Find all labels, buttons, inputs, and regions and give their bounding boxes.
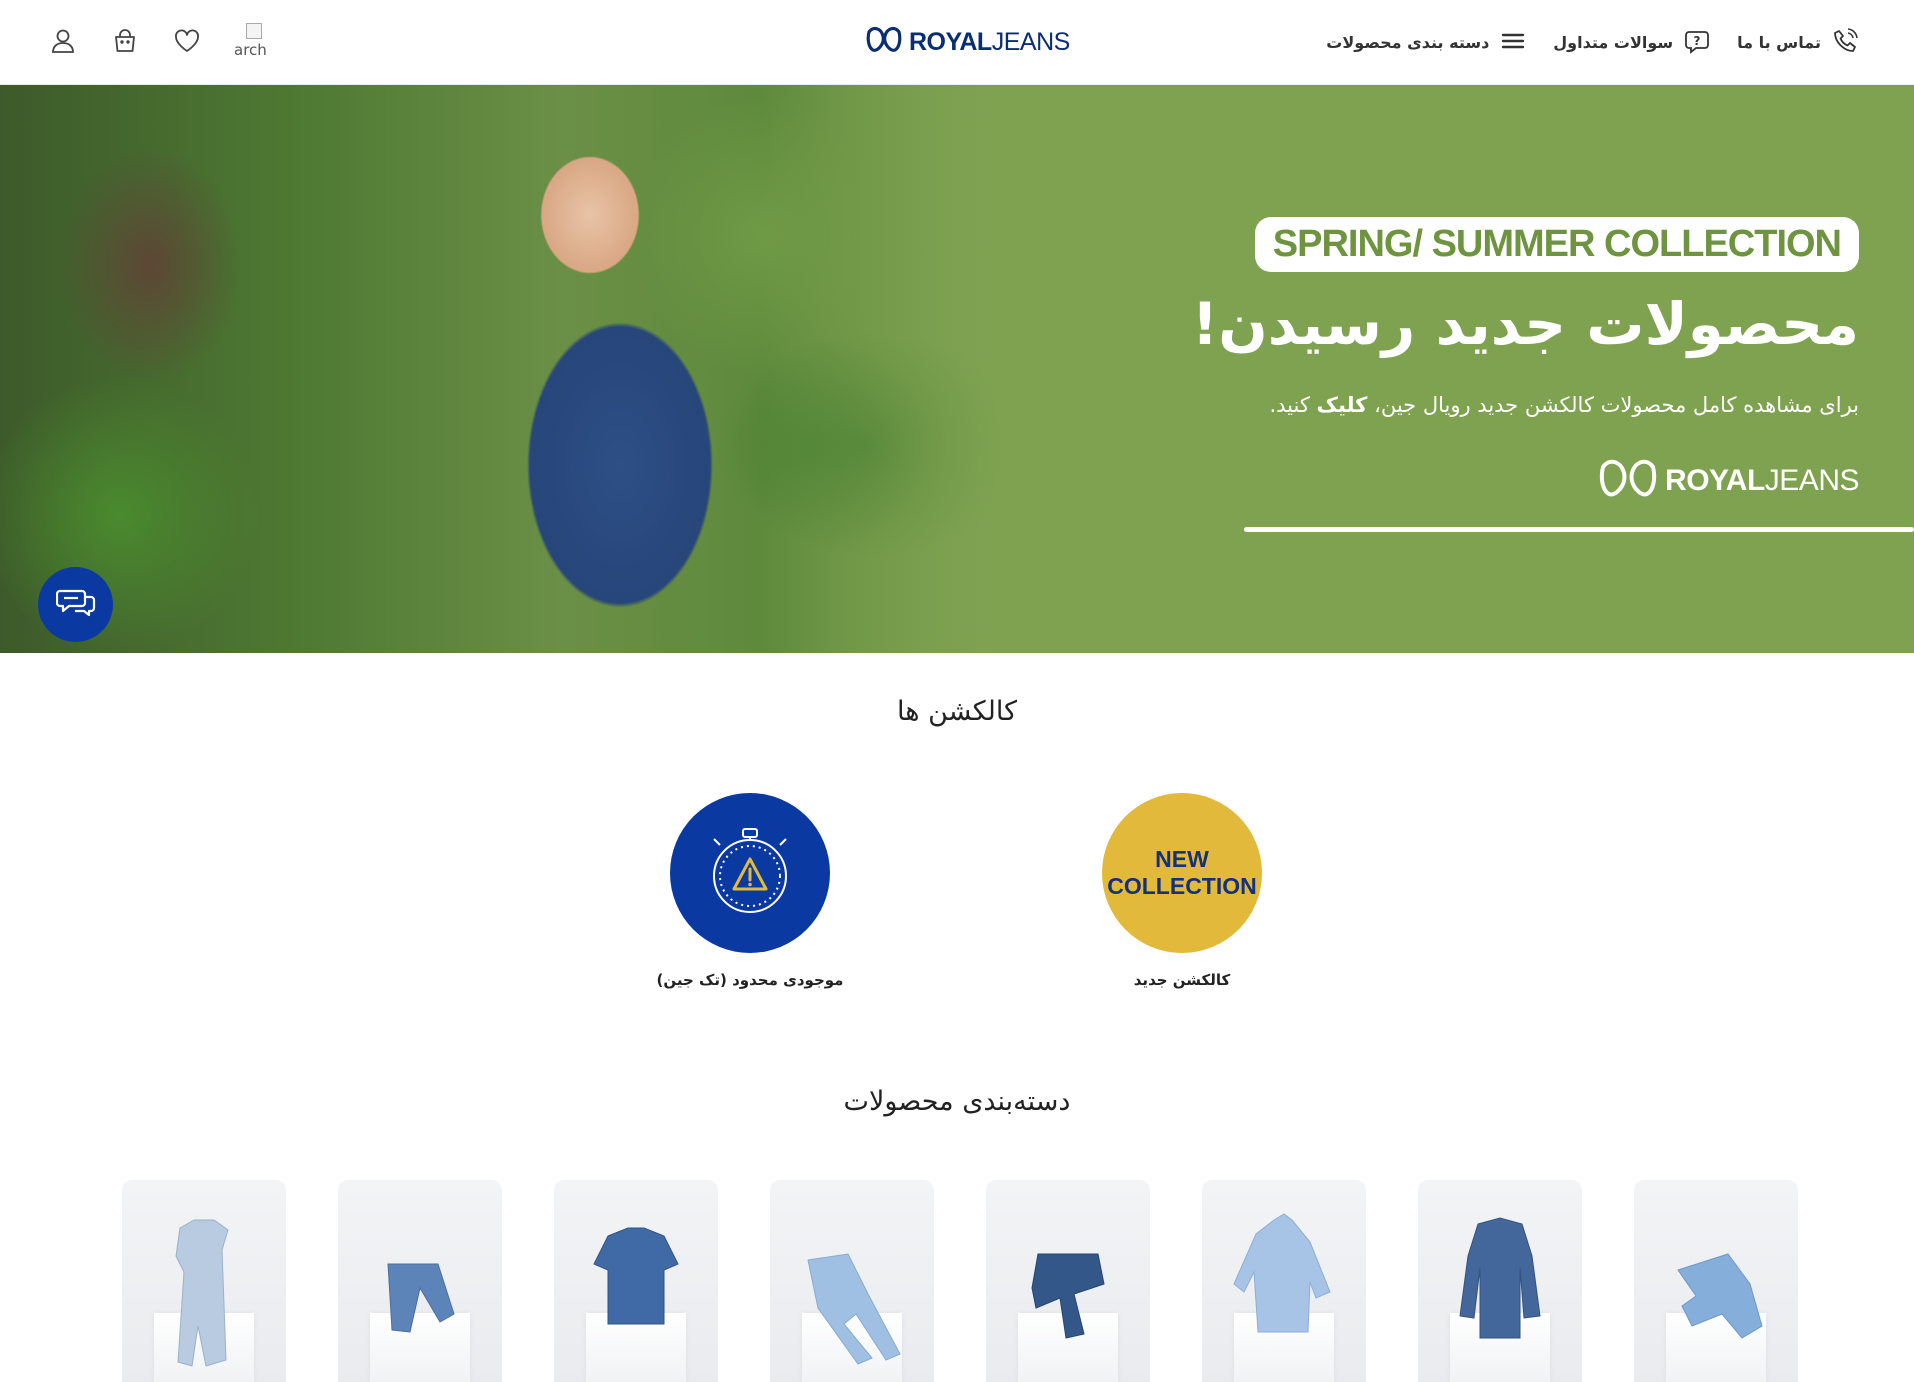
wishlist-button[interactable] (172, 28, 202, 58)
nav-faq-label: سوالات متداول (1553, 33, 1674, 52)
hero-brand-logo: ROYALJEANS (1597, 455, 1860, 507)
nav-categories[interactable]: دسته بندی محصولات (1326, 27, 1527, 59)
question-bubble-icon: ? (1683, 27, 1711, 59)
limited-stock-badge (670, 793, 830, 953)
svg-text:?: ? (1694, 34, 1701, 48)
stopwatch-warning-icon (700, 821, 800, 925)
brand-logo[interactable]: ROYALJEANS (865, 24, 1070, 60)
nav-contact[interactable]: تماس با ما (1737, 27, 1859, 59)
collection-new[interactable]: NEW COLLECTION کالکشن جدید (1082, 793, 1282, 989)
hamburger-icon (1499, 27, 1527, 59)
hero-logo-wordmark: ROYALJEANS (1665, 464, 1859, 497)
phone-icon (1831, 27, 1859, 59)
long-denim-dress-image (175, 1219, 229, 1367)
hero-subtitle: برای مشاهده کامل محصولات کالکشن جدید روی… (1269, 393, 1859, 417)
nav-faq[interactable]: ? سوالات متداول (1553, 27, 1711, 59)
basket-icon (111, 27, 139, 59)
logo-mark-icon (1597, 455, 1659, 507)
collection-new-label: کالکشن جدید (1133, 971, 1231, 989)
collection-limited-label: موجودی محدود (تک جین) (656, 971, 844, 989)
heart-icon (173, 27, 201, 59)
category-list (122, 1180, 1798, 1382)
broken-image-icon (246, 22, 262, 39)
hero-collection-badge: SPRING/ SUMMER COLLECTION (1254, 217, 1859, 272)
category-card-long-dress[interactable] (122, 1180, 286, 1382)
user-icon (49, 27, 77, 59)
collection-limited-stock[interactable]: موجودی محدود (تک جین) (650, 793, 850, 989)
category-card-skinny-jeans[interactable] (770, 1180, 934, 1382)
header-actions: arch (48, 0, 268, 85)
categories-title: دسته‌بندی محصولات (843, 1086, 1071, 1117)
dark-jeans-image (1031, 1253, 1105, 1339)
chat-bubbles-icon (55, 585, 96, 625)
new-collection-badge: NEW COLLECTION (1102, 793, 1262, 953)
category-card-dark-jeans[interactable] (986, 1180, 1150, 1382)
logo-mark-icon (865, 24, 903, 60)
collections-title: کالکشن ها (897, 696, 1017, 727)
category-card-short-sleeve-jacket[interactable] (554, 1180, 718, 1382)
hero-subtitle-pre: برای مشاهده کامل محصولات کالکشن جدید روی… (1374, 393, 1859, 417)
logo-wordmark: ROYALJEANS (909, 27, 1070, 56)
denim-jacket-image (1459, 1217, 1541, 1339)
nav-categories-label: دسته بندی محصولات (1326, 33, 1490, 52)
nav-contact-label: تماس با ما (1737, 33, 1821, 52)
hero-subtitle-click[interactable]: کلیک (1317, 393, 1368, 417)
denim-short-sleeve-jacket-image (593, 1227, 679, 1325)
chat-button[interactable] (38, 567, 113, 642)
category-card-shorts[interactable] (338, 1180, 502, 1382)
account-button[interactable] (48, 28, 78, 58)
category-card-denim-shirt[interactable] (1202, 1180, 1366, 1382)
search-button[interactable]: arch (234, 22, 268, 63)
hero-subtitle-post: کنید. (1269, 393, 1310, 417)
site-header: دسته بندی محصولات ? سوالات متداول تماس ب… (0, 0, 1914, 85)
search-alt-text: arch (234, 40, 267, 59)
light-skinny-jeans-image (807, 1253, 901, 1365)
hero-title: محصولات جدید رسیدن! (1191, 290, 1859, 358)
cart-button[interactable] (110, 28, 140, 58)
light-denim-shirt-image (1233, 1213, 1331, 1333)
hero-slider-indicator[interactable] (1244, 527, 1914, 532)
light-denim-skirt-image (1677, 1253, 1763, 1339)
category-card-denim-jacket[interactable] (1418, 1180, 1582, 1382)
denim-shorts-image (387, 1263, 455, 1333)
main-nav: دسته بندی محصولات ? سوالات متداول تماس ب… (1326, 0, 1859, 85)
category-card-denim-skirt[interactable] (1634, 1180, 1798, 1382)
hero-photo (0, 85, 1020, 653)
hero-banner[interactable]: SPRING/ SUMMER COLLECTION محصولات جدید ر… (0, 85, 1914, 653)
